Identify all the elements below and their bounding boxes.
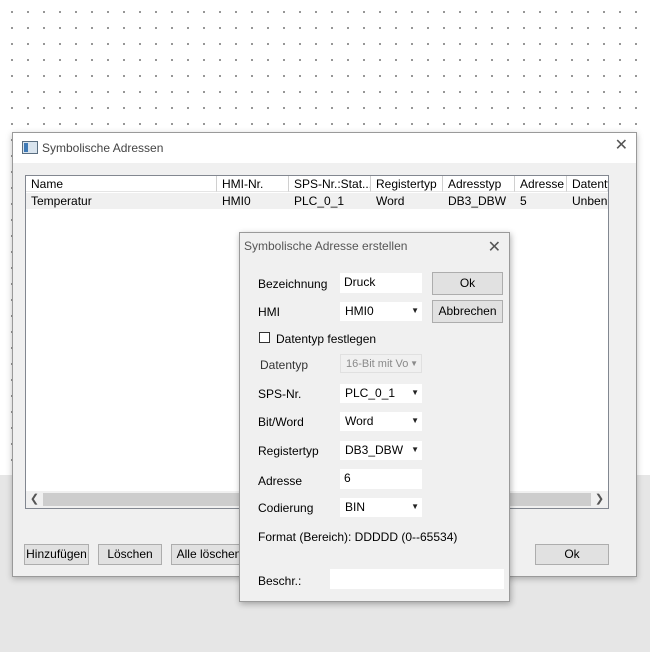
label-codierung: Codierung [258,501,314,515]
adresse-input[interactable]: 6 [340,469,422,489]
registertyp-select-value: DB3_DBW [345,443,404,457]
column-header-datentyp[interactable]: Datenty [567,176,608,192]
cell-datentyp: Unbenu [572,194,608,208]
close-icon[interactable]: ✕ [615,138,628,154]
cell-hmi: HMI0 [222,194,251,208]
dialog-title: Symbolische Adresse erstellen [244,239,408,253]
hmi-select-value: HMI0 [345,304,374,318]
label-bitword: Bit/Word [258,415,304,429]
dialog-ok-button[interactable]: Ok [432,272,503,295]
label-registertyp: Registertyp [258,444,319,458]
dialog-close-icon[interactable]: ✕ [488,237,501,257]
table-header: Name HMI-Nr. SPS-Nr.:Stat... Registertyp… [26,176,608,193]
chevron-down-icon: ▼ [411,416,419,425]
chevron-down-icon: ▼ [411,306,419,315]
column-header-sps[interactable]: SPS-Nr.:Stat... [289,176,371,192]
scroll-left-icon[interactable]: ❮ [26,491,43,508]
cell-registertyp: Word [376,194,405,208]
delete-button[interactable]: Löschen [98,544,162,565]
window-app-icon [22,141,38,154]
delete-all-button[interactable]: Alle löschen [171,544,247,565]
hmi-select[interactable]: HMI0 ▼ [340,302,422,321]
registertyp-select[interactable]: DB3_DBW ▼ [340,441,422,460]
bezeichnung-input[interactable]: Druck [340,273,422,293]
column-header-adresse[interactable]: Adresse [515,176,567,192]
codierung-select-value: BIN [345,500,366,514]
cell-sps: PLC_0_1 [294,194,345,208]
column-header-registertyp[interactable]: Registertyp [371,176,443,192]
column-header-hmi[interactable]: HMI-Nr. [217,176,289,192]
label-adresse: Adresse [258,474,303,488]
column-header-adresstyp[interactable]: Adresstyp [443,176,515,192]
format-range-text: Format (Bereich): DDDDD (0--65534) [258,530,458,544]
column-header-name[interactable]: Name [26,176,217,192]
window-title: Symbolische Adressen [42,141,164,155]
ok-button[interactable]: Ok [535,544,609,565]
label-datentyp-festlegen[interactable]: Datentyp festlegen [276,332,376,346]
bitword-select-value: Word [345,414,374,428]
beschreibung-input[interactable] [330,569,504,589]
chevron-down-icon: ▼ [411,445,419,454]
datentyp-festlegen-checkbox[interactable] [259,332,270,343]
sps-select-value: PLC_0_1 [345,386,396,400]
label-sps: SPS-Nr. [258,387,302,401]
label-bezeichnung: Bezeichnung [258,277,328,291]
chevron-down-icon: ▼ [411,502,419,511]
chevron-down-icon: ▼ [410,359,418,368]
label-hmi: HMI [258,305,280,319]
datentyp-select-value: 16-Bit mit Vo [346,358,409,370]
cell-adresse: 5 [520,194,527,208]
cell-name: Temperatur [31,194,92,208]
create-symbolic-address-dialog: Symbolische Adresse erstellen ✕ Bezeichn… [239,232,510,602]
table-row[interactable]: Temperatur HMI0 PLC_0_1 Word DB3_DBW 5 U… [26,193,608,209]
window-titlebar: Symbolische Adressen ✕ [13,133,636,163]
codierung-select[interactable]: BIN ▼ [340,498,422,517]
datentyp-select[interactable]: 16-Bit mit Vo ▼ [340,354,422,373]
scroll-right-icon[interactable]: ❯ [591,491,608,508]
label-datentyp: Datentyp [260,358,309,372]
cell-adresstyp: DB3_DBW [448,194,507,208]
add-button[interactable]: Hinzufügen [24,544,89,565]
label-beschr: Beschr.: [258,574,302,588]
sps-select[interactable]: PLC_0_1 ▼ [340,384,422,403]
bitword-select[interactable]: Word ▼ [340,412,422,431]
dialog-cancel-button[interactable]: Abbrechen [432,300,503,323]
chevron-down-icon: ▼ [411,388,419,397]
